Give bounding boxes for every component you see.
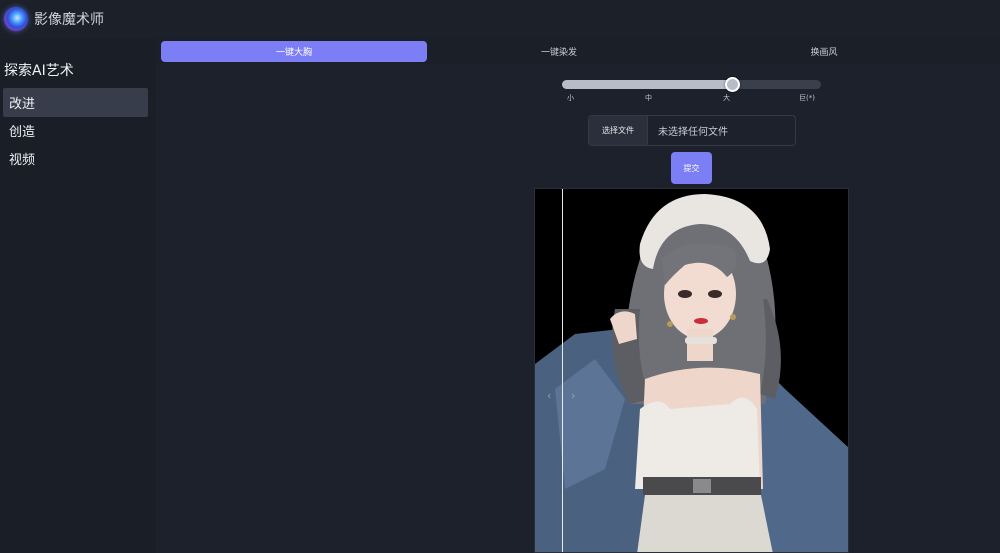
image-compare-viewer[interactable]: ‹ › bbox=[534, 188, 849, 553]
slider-tick-huge: 巨(*) bbox=[799, 94, 815, 102]
sidebar-item-create[interactable]: 创造 bbox=[3, 116, 148, 145]
sidebar-item-video[interactable]: 视频 bbox=[3, 144, 148, 173]
compare-divider-handle[interactable] bbox=[562, 189, 563, 552]
app-logo-icon bbox=[4, 7, 28, 31]
slider-tick-medium: 中 bbox=[645, 94, 652, 102]
sidebar-item-label: 视频 bbox=[9, 153, 36, 168]
choose-file-button[interactable]: 选择文件 bbox=[589, 116, 648, 145]
tab-bar: 一键大胸 一键染发 换画风 bbox=[156, 38, 1000, 64]
sidebar: 探索AI艺术 改进 创造 视频 bbox=[0, 38, 156, 553]
sidebar-item-label: 改进 bbox=[9, 97, 36, 112]
slider-tick-large: 大 bbox=[723, 94, 730, 102]
compare-left-arrow-icon[interactable]: ‹ bbox=[547, 389, 551, 402]
size-slider-handle[interactable] bbox=[725, 77, 740, 92]
submit-button[interactable]: 提交 bbox=[671, 152, 712, 184]
app-header: 影像魔术师 bbox=[0, 0, 1000, 38]
portrait-image bbox=[535, 189, 848, 552]
file-input[interactable]: 选择文件 未选择任何文件 bbox=[588, 115, 796, 146]
compare-right-arrow-icon[interactable]: › bbox=[571, 389, 575, 402]
tab-hair-dye[interactable]: 一键染发 bbox=[426, 41, 692, 62]
size-slider-fill bbox=[562, 80, 732, 89]
sidebar-item-label: 创造 bbox=[9, 125, 36, 140]
sidebar-heading: 探索AI艺术 bbox=[4, 63, 74, 79]
sidebar-item-improve[interactable]: 改进 bbox=[3, 88, 148, 117]
tab-style-transfer[interactable]: 换画风 bbox=[691, 41, 957, 62]
tab-enhance-chest[interactable]: 一键大胸 bbox=[161, 41, 427, 62]
slider-tick-small: 小 bbox=[567, 94, 574, 102]
app-title: 影像魔术师 bbox=[34, 12, 104, 28]
file-status-text: 未选择任何文件 bbox=[658, 127, 728, 138]
size-slider-track[interactable] bbox=[562, 80, 821, 89]
main-panel: 一键大胸 一键染发 换画风 小 中 大 巨(*) 选择文件 未选择任何文件 提交 bbox=[156, 38, 1000, 553]
